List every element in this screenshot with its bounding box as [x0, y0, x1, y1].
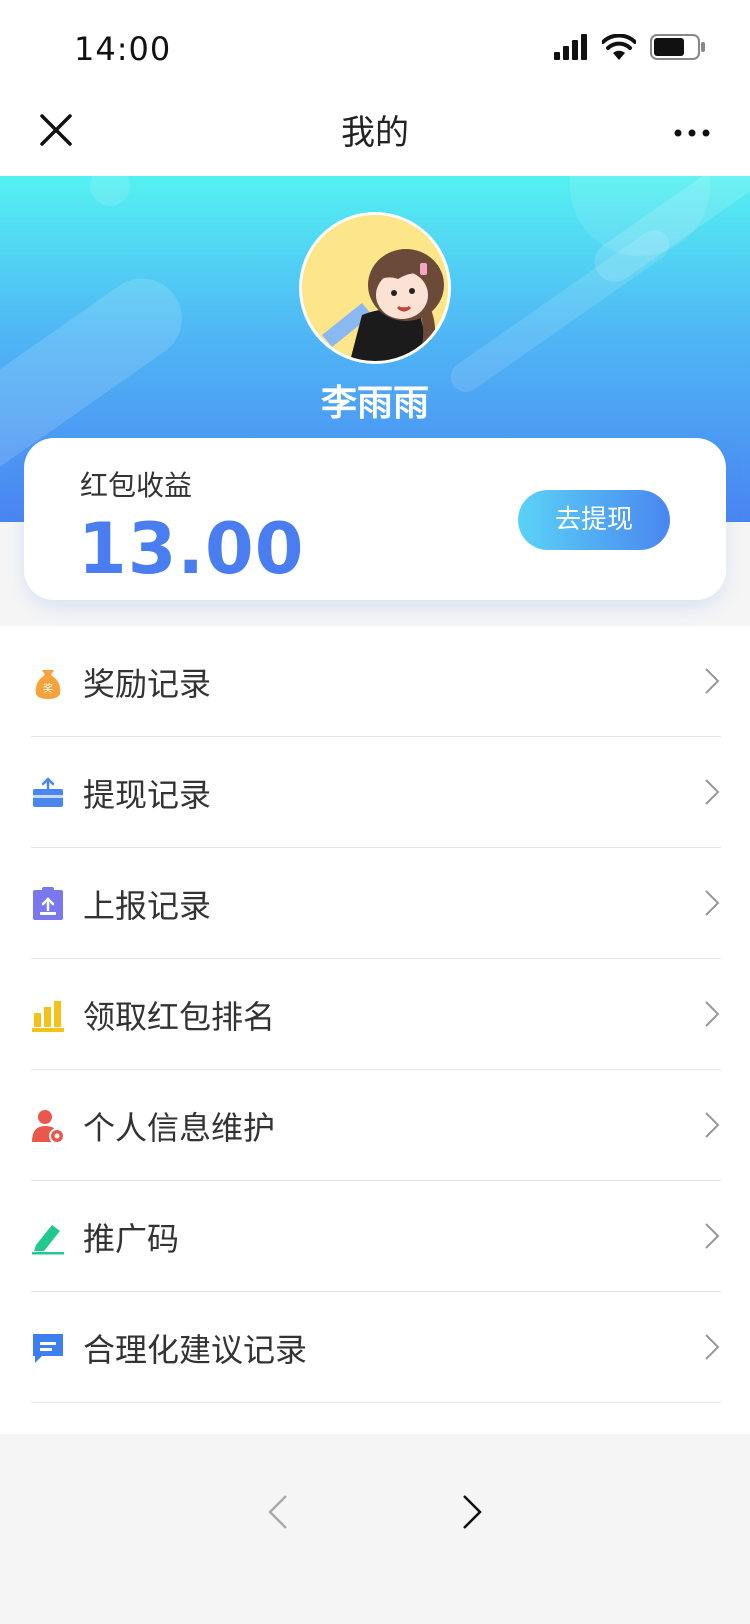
signal-icon: [554, 34, 587, 60]
chevron-right-icon: [705, 779, 720, 805]
divider: [31, 1402, 721, 1403]
suggestion-chat-icon: [33, 1334, 63, 1363]
menu-item-red-packet-ranking[interactable]: 领取红包排名: [0, 959, 750, 1070]
user-name: 李雨雨: [320, 383, 429, 424]
menu-item-label: 提现记录: [83, 776, 212, 814]
earnings-card: 红包收益 13.00 去提现: [24, 438, 726, 600]
page: 14:00 我的 李雨雨 红包收益 13.00 去提现 奖 奖励记录 提现记录 …: [0, 0, 750, 1624]
menu-item-withdraw-records[interactable]: 提现记录: [0, 737, 750, 848]
user-settings-icon: [32, 1110, 65, 1144]
menu-item-label: 合理化建议记录: [83, 1331, 308, 1369]
chevron-right-icon: [705, 890, 720, 916]
earnings-label: 红包收益: [80, 469, 193, 502]
reward-bag-icon: 奖: [35, 670, 61, 699]
menu-item-report-records[interactable]: 上报记录: [0, 848, 750, 959]
status-time: 14:00: [74, 30, 172, 68]
earnings-amount: 13.00: [78, 508, 305, 590]
withdraw-button[interactable]: 去提现: [518, 490, 670, 550]
wifi-icon: [602, 34, 636, 60]
pencil-icon: [32, 1225, 64, 1255]
menu-item-label: 奖励记录: [83, 665, 212, 703]
menu-item-label: 推广码: [83, 1220, 180, 1258]
battery-icon: [650, 34, 705, 60]
chevron-right-icon: [705, 668, 720, 694]
avatar[interactable]: [299, 212, 451, 364]
chevron-right-icon: [705, 1334, 720, 1360]
chevron-right-icon: [705, 1001, 720, 1027]
menu-list: 奖 奖励记录 提现记录 上报记录 领取红包排名 个人信息维护 推广码 合理化建议…: [0, 626, 750, 1434]
avatar-illustration: [302, 215, 448, 361]
menu-item-personal-info[interactable]: 个人信息维护: [0, 1070, 750, 1181]
browser-nav-bar: [0, 1458, 750, 1624]
status-bar: 14:00: [0, 0, 750, 90]
menu-item-reward-records[interactable]: 奖 奖励记录: [0, 626, 750, 737]
nav-bar: 我的: [0, 90, 750, 176]
close-icon[interactable]: [36, 110, 76, 150]
menu-item-promo-code[interactable]: 推广码: [0, 1181, 750, 1292]
chevron-right-icon: [705, 1223, 720, 1249]
chevron-right-icon[interactable]: [458, 1492, 488, 1532]
menu-item-label: 上报记录: [83, 887, 212, 925]
chevron-right-icon: [705, 1112, 720, 1138]
menu-item-label: 领取红包排名: [83, 998, 276, 1036]
report-clipboard-icon: [33, 887, 63, 920]
svg-text:奖: 奖: [43, 682, 53, 695]
withdraw-box-icon: [33, 777, 63, 807]
status-icons: [554, 34, 706, 60]
ranking-bars-icon: [32, 1001, 64, 1032]
menu-item-suggestion-records[interactable]: 合理化建议记录: [0, 1292, 750, 1403]
header-decoration: [90, 176, 130, 206]
page-title: 我的: [341, 113, 409, 153]
chevron-left-icon[interactable]: [262, 1492, 292, 1532]
header-decoration: [444, 224, 676, 398]
more-icon[interactable]: [672, 118, 712, 148]
menu-item-label: 个人信息维护: [83, 1109, 276, 1147]
